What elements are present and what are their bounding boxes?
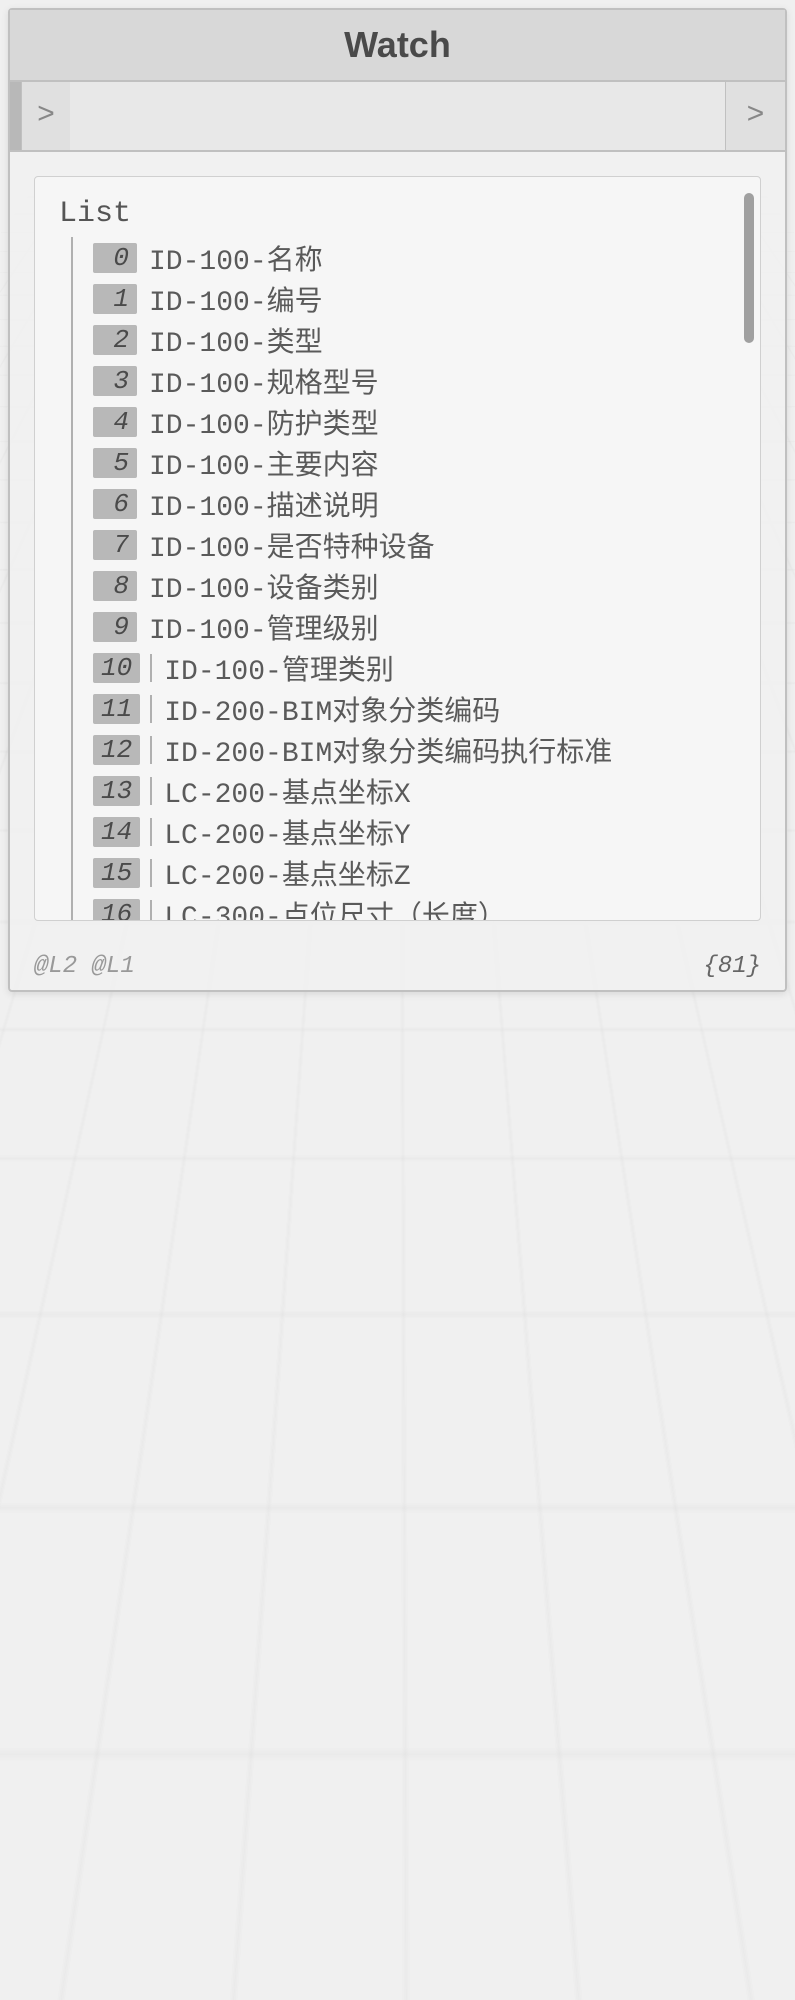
item-text: LC-200-基点坐标Y <box>164 812 410 852</box>
item-index: 10 <box>93 653 140 683</box>
item-index: 7 <box>93 530 137 560</box>
input-prompt-icon: > <box>22 82 70 150</box>
footer-levels: @L2 @L1 <box>34 953 135 980</box>
item-text: ID-100-设备类别 <box>149 566 379 606</box>
separator-icon <box>150 777 152 805</box>
item-text: ID-100-编号 <box>149 279 323 319</box>
footer-count: {81} <box>703 953 761 980</box>
item-text: ID-100-管理类别 <box>164 648 394 688</box>
list-item[interactable]: 12 ID-200-BIM对象分类编码执行标准 <box>93 729 736 770</box>
item-text: ID-100-主要内容 <box>149 443 379 483</box>
item-index: 3 <box>93 366 137 396</box>
separator-icon <box>150 859 152 887</box>
item-text: ID-200-BIM对象分类编码 <box>164 689 500 729</box>
item-text: ID-100-管理级别 <box>149 607 379 647</box>
separator-icon <box>150 736 152 764</box>
separator-icon <box>150 818 152 846</box>
watch-panel: Watch > > List 0 ID-100-名称 1 ID-100-编号 2 ID-1… <box>8 8 787 992</box>
input-handle[interactable] <box>10 82 22 150</box>
item-text: ID-200-BIM对象分类编码执行标准 <box>164 730 612 770</box>
item-index: 11 <box>93 694 140 724</box>
item-text: ID-100-名称 <box>149 238 323 278</box>
item-index: 4 <box>93 407 137 437</box>
item-text: LC-300-点位尺寸（长度） <box>164 894 506 922</box>
item-text: ID-100-是否特种设备 <box>149 525 435 565</box>
list-item[interactable]: 6 ID-100-描述说明 <box>93 483 736 524</box>
panel-title: Watch <box>10 10 785 82</box>
item-index: 14 <box>93 817 140 847</box>
item-index: 9 <box>93 612 137 642</box>
item-index: 15 <box>93 858 140 888</box>
item-text: ID-100-规格型号 <box>149 361 379 401</box>
item-index: 12 <box>93 735 140 765</box>
item-index: 2 <box>93 325 137 355</box>
item-index: 1 <box>93 284 137 314</box>
list-item[interactable]: 0 ID-100-名称 <box>93 237 736 278</box>
list-item[interactable]: 16 LC-300-点位尺寸（长度） <box>93 893 736 921</box>
list-item[interactable]: 4 ID-100-防护类型 <box>93 401 736 442</box>
input-row: > > <box>10 82 785 152</box>
list-item[interactable]: 8 ID-100-设备类别 <box>93 565 736 606</box>
separator-icon <box>150 654 152 682</box>
item-index: 6 <box>93 489 137 519</box>
list-item[interactable]: 3 ID-100-规格型号 <box>93 360 736 401</box>
separator-icon <box>150 695 152 723</box>
list-item[interactable]: 2 ID-100-类型 <box>93 319 736 360</box>
expression-input[interactable] <box>70 82 725 150</box>
execute-button[interactable]: > <box>725 82 785 150</box>
list-item[interactable]: 10 ID-100-管理类别 <box>93 647 736 688</box>
scrollbar[interactable] <box>744 193 754 343</box>
item-text: LC-200-基点坐标Z <box>164 853 410 893</box>
list-item[interactable]: 14 LC-200-基点坐标Y <box>93 811 736 852</box>
item-text: LC-200-基点坐标X <box>164 771 410 811</box>
list-item[interactable]: 9 ID-100-管理级别 <box>93 606 736 647</box>
list-label: List <box>59 197 736 231</box>
item-index: 0 <box>93 243 137 273</box>
item-index: 13 <box>93 776 140 806</box>
list-item[interactable]: 11 ID-200-BIM对象分类编码 <box>93 688 736 729</box>
list-item[interactable]: 13 LC-200-基点坐标X <box>93 770 736 811</box>
list-item[interactable]: 7 ID-100-是否特种设备 <box>93 524 736 565</box>
item-index: 8 <box>93 571 137 601</box>
footer-bar: @L2 @L1 {81} <box>10 945 785 990</box>
list-item[interactable]: 15 LC-200-基点坐标Z <box>93 852 736 893</box>
separator-icon <box>150 900 152 922</box>
item-index: 5 <box>93 448 137 478</box>
list-items-container: 0 ID-100-名称 1 ID-100-编号 2 ID-100-类型 3 ID-100-规格… <box>71 237 736 921</box>
list-item[interactable]: 5 ID-100-主要内容 <box>93 442 736 483</box>
list-item[interactable]: 1 ID-100-编号 <box>93 278 736 319</box>
output-container: List 0 ID-100-名称 1 ID-100-编号 2 ID-100-类型 3 ID-1… <box>34 176 761 921</box>
item-text: ID-100-类型 <box>149 320 323 360</box>
content-area: List 0 ID-100-名称 1 ID-100-编号 2 ID-100-类型 3 ID-1… <box>10 152 785 945</box>
item-index: 16 <box>93 899 140 922</box>
item-text: ID-100-防护类型 <box>149 402 379 442</box>
item-text: ID-100-描述说明 <box>149 484 379 524</box>
